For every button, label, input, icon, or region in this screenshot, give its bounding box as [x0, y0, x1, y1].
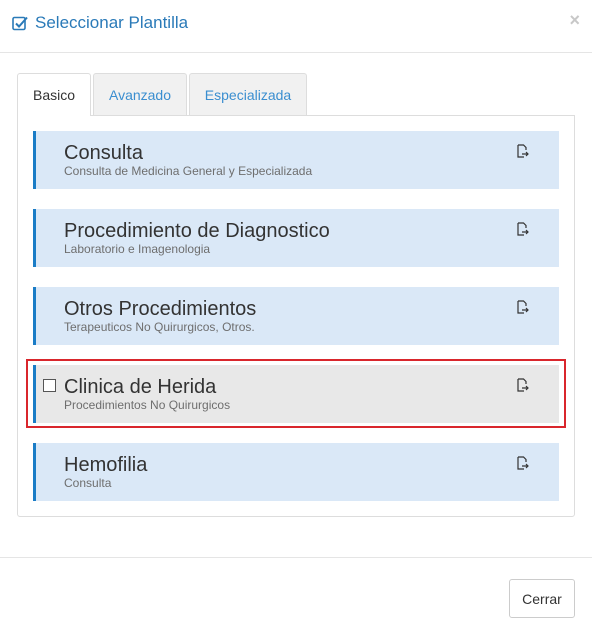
template-name: Clinica de Herida	[64, 376, 217, 398]
modal-header: Seleccionar Plantilla ×	[0, 0, 592, 53]
template-item-hemofilia[interactable]: Hemofilia Consulta	[33, 443, 559, 501]
template-description: Procedimientos No Quirurgicos	[64, 398, 231, 412]
template-description: Terapeuticos No Quirurgicos, Otros.	[64, 320, 255, 334]
modal-title: Seleccionar Plantilla	[35, 13, 189, 32]
template-description: Consulta de Medicina General y Especiali…	[64, 164, 313, 178]
template-item-clinica-de-herida[interactable]: Clinica de Herida Procedimientos No Quir…	[33, 365, 559, 423]
export-document-icon[interactable]	[516, 378, 529, 392]
export-document-icon[interactable]	[516, 300, 529, 314]
tab-avanzado[interactable]: Avanzado	[93, 73, 187, 115]
tab-panel-basico: Consulta Consulta de Medicina General y …	[17, 115, 575, 517]
template-name: Otros Procedimientos	[64, 298, 257, 320]
template-item-procedimiento-diagnostico[interactable]: Procedimiento de Diagnostico Laboratorio…	[33, 209, 559, 267]
export-document-icon[interactable]	[516, 456, 529, 470]
modal-footer: Cerrar	[0, 557, 592, 636]
template-name: Consulta	[64, 142, 143, 164]
close-icon[interactable]: ×	[569, 10, 580, 30]
export-document-icon[interactable]	[516, 144, 529, 158]
template-description: Consulta	[64, 476, 112, 490]
checkbox-check-icon	[12, 16, 28, 31]
export-document-icon[interactable]	[516, 222, 529, 236]
tab-especializada[interactable]: Especializada	[189, 73, 307, 115]
close-button[interactable]: Cerrar	[509, 579, 575, 618]
tab-basico[interactable]: Basico	[17, 73, 91, 116]
template-checkbox[interactable]	[43, 379, 56, 392]
template-name: Hemofilia	[64, 454, 148, 476]
template-description: Laboratorio e Imagenologia	[64, 242, 211, 256]
template-name: Procedimiento de Diagnostico	[64, 220, 330, 242]
template-item-otros-procedimientos[interactable]: Otros Procedimientos Terapeuticos No Qui…	[33, 287, 559, 345]
select-template-modal: Seleccionar Plantilla × Basico Avanzado …	[0, 0, 592, 636]
template-item-consulta[interactable]: Consulta Consulta de Medicina General y …	[33, 131, 559, 189]
